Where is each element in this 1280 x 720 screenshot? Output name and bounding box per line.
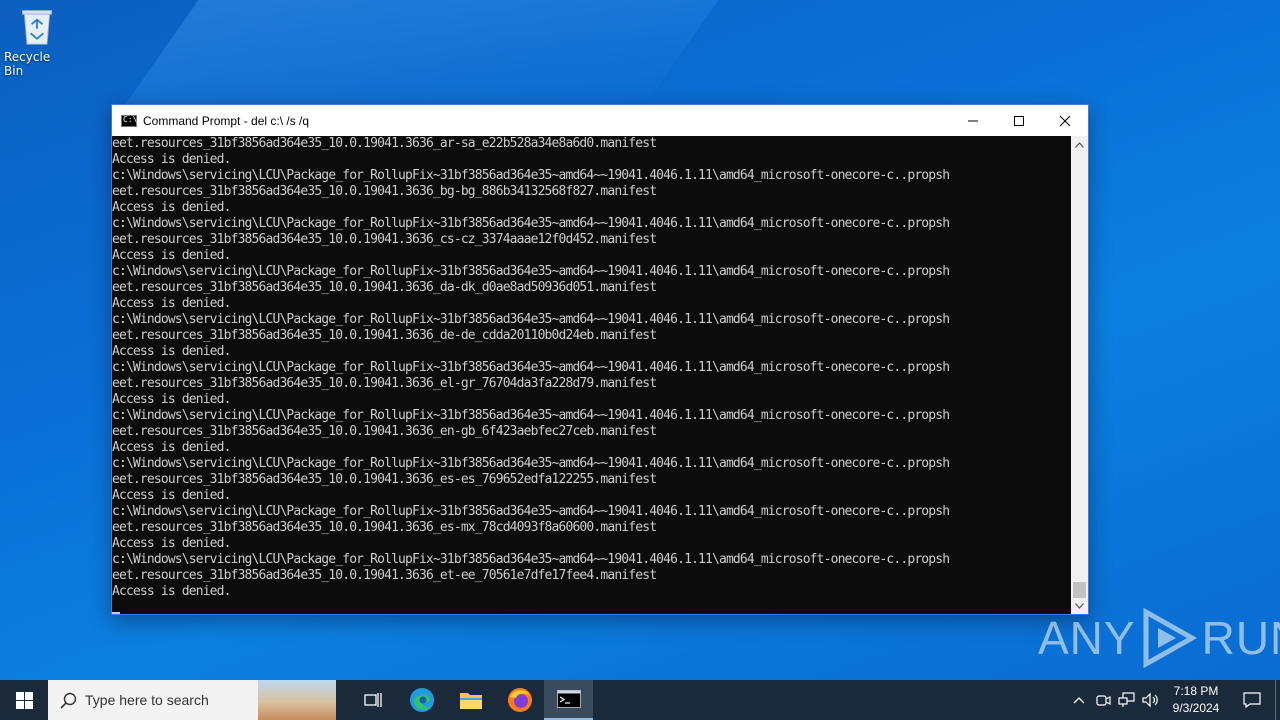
- taskbar-firefox[interactable]: [495, 680, 544, 720]
- command-prompt-window[interactable]: C:\ Command Prompt - del c:\ /s /q eet.r…: [111, 104, 1089, 615]
- console-scrollbar[interactable]: [1071, 136, 1088, 614]
- console-line: c:\Windows\servicing\LCU\Package_for_Rol…: [112, 312, 950, 327]
- console-line: Access is denied.: [112, 536, 231, 551]
- taskbar-search-box[interactable]: Type here to search: [48, 680, 336, 720]
- taskbar-file-explorer[interactable]: [446, 680, 495, 720]
- console-line: Access is denied.: [112, 248, 231, 263]
- chevron-up-icon: [1075, 141, 1084, 148]
- console-line: eet.resources_31bf3856ad364e35_10.0.1904…: [112, 328, 657, 343]
- task-view-button[interactable]: [348, 680, 397, 720]
- console-line: eet.resources_31bf3856ad364e35_10.0.1904…: [112, 520, 657, 535]
- notification-icon: [1243, 692, 1261, 708]
- play-logo-icon: [1143, 608, 1197, 668]
- console-output[interactable]: eet.resources_31bf3856ad364e35_10.0.1904…: [112, 136, 1072, 614]
- network-button[interactable]: [1115, 680, 1139, 720]
- folder-icon: [459, 693, 482, 709]
- recycle-bin-icon: [22, 10, 52, 45]
- scroll-up-button[interactable]: [1071, 136, 1088, 153]
- console-line: Access is denied.: [112, 584, 231, 599]
- close-icon: [1059, 115, 1071, 126]
- recycle-bin-desktop-icon[interactable]: Recycle Bin: [4, 6, 70, 78]
- search-highlight-image: [258, 680, 336, 720]
- start-button[interactable]: [0, 680, 48, 720]
- console-line: eet.resources_31bf3856ad364e35_10.0.1904…: [112, 472, 657, 487]
- taskbar: Type here to search 7:18 PM 9/3/2024: [0, 680, 1280, 720]
- console-line: Access is denied.: [112, 344, 231, 359]
- clock-time: 7:18 PM: [1173, 684, 1219, 698]
- console-line: Access is denied.: [112, 440, 231, 455]
- system-tray: 7:18 PM 9/3/2024: [1067, 680, 1280, 720]
- edge-browser-icon: [409, 688, 434, 712]
- console-line: c:\Windows\servicing\LCU\Package_for_Rol…: [112, 456, 950, 471]
- action-center-button[interactable]: [1229, 680, 1275, 720]
- console-line: eet.resources_31bf3856ad364e35_10.0.1904…: [112, 184, 657, 199]
- meet-now-icon: [1096, 695, 1111, 706]
- volume-button[interactable]: [1139, 680, 1163, 720]
- console-line: eet.resources_31bf3856ad364e35_10.0.1904…: [112, 376, 657, 391]
- maximize-button[interactable]: [996, 105, 1042, 136]
- search-icon: [60, 692, 77, 709]
- tray-app-button[interactable]: [1091, 680, 1115, 720]
- firefox-icon: [507, 688, 532, 712]
- console-line: c:\Windows\servicing\LCU\Package_for_Rol…: [112, 552, 950, 567]
- watermark-text-right: RUN: [1201, 612, 1280, 664]
- minimize-button[interactable]: [950, 105, 996, 136]
- console-line: eet.resources_31bf3856ad364e35_10.0.1904…: [112, 232, 657, 247]
- console-line: eet.resources_31bf3856ad364e35_10.0.1904…: [112, 280, 657, 295]
- window-title: Command Prompt - del c:\ /s /q: [143, 113, 310, 128]
- console-line: c:\Windows\servicing\LCU\Package_for_Rol…: [112, 360, 950, 375]
- taskbar-edge[interactable]: [397, 680, 446, 720]
- recycle-bin-label: Recycle Bin: [4, 50, 51, 78]
- console-line: c:\Windows\servicing\LCU\Package_for_Rol…: [112, 216, 950, 231]
- console-line: eet.resources_31bf3856ad364e35_10.0.1904…: [112, 568, 657, 583]
- chevron-up-icon: [1073, 697, 1085, 704]
- cmd-app-icon: C:\: [121, 114, 137, 127]
- maximize-icon: [1014, 115, 1024, 126]
- console-line: Access is denied.: [112, 392, 231, 407]
- windows-logo-icon: [15, 691, 33, 709]
- console-line: c:\Windows\servicing\LCU\Package_for_Rol…: [112, 168, 950, 183]
- window-titlebar[interactable]: C:\ Command Prompt - del c:\ /s /q: [112, 105, 1088, 136]
- console-line: Access is denied.: [112, 152, 231, 167]
- cmd-taskbar-icon: [556, 690, 581, 708]
- show-desktop-button[interactable]: [1275, 680, 1280, 720]
- taskbar-command-prompt[interactable]: [544, 680, 593, 720]
- watermark-text-left: ANY: [1038, 612, 1136, 664]
- taskbar-clock[interactable]: 7:18 PM 9/3/2024: [1163, 683, 1229, 717]
- console-line: c:\Windows\servicing\LCU\Package_for_Rol…: [112, 264, 950, 279]
- network-icon: [1118, 692, 1135, 707]
- console-line: c:\Windows\servicing\LCU\Package_for_Rol…: [112, 408, 950, 423]
- console-line: Access is denied.: [112, 296, 231, 311]
- wallpaper-light-ray: [121, 0, 719, 110]
- close-button[interactable]: [1042, 105, 1088, 136]
- minimize-icon: [968, 120, 978, 121]
- speaker-icon: [1142, 692, 1158, 708]
- search-placeholder: Type here to search: [85, 692, 209, 708]
- task-view-icon: [363, 693, 382, 707]
- console-line: Access is denied.: [112, 488, 231, 503]
- console-line: Access is denied.: [112, 200, 231, 215]
- clock-date: 9/3/2024: [1172, 701, 1220, 715]
- scrollbar-thumb[interactable]: [1073, 582, 1086, 598]
- console-line: eet.resources_31bf3856ad364e35_10.0.1904…: [112, 424, 657, 439]
- console-line: eet.resources_31bf3856ad364e35_10.0.1904…: [112, 136, 657, 151]
- console-line: c:\Windows\servicing\LCU\Package_for_Rol…: [112, 504, 950, 519]
- console-cursor: [112, 612, 120, 614]
- anyrun-watermark: ANY RUN: [1038, 608, 1280, 668]
- show-hidden-icons-button[interactable]: [1067, 680, 1091, 720]
